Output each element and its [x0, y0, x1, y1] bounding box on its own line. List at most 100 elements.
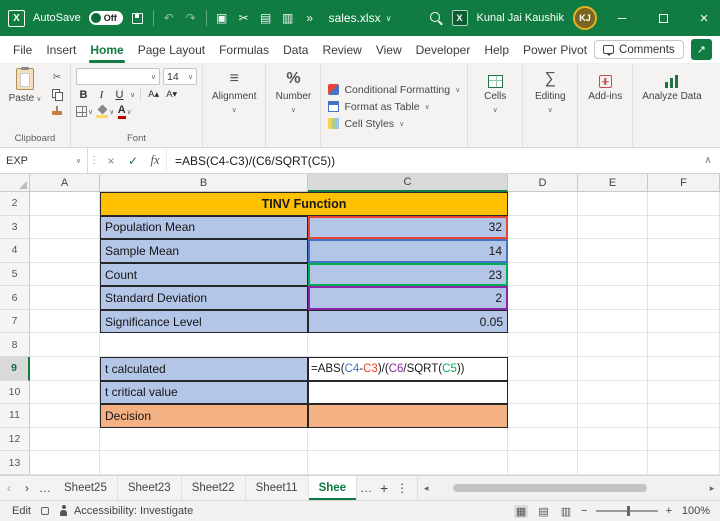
- chart-icon[interactable]: ▥: [281, 11, 295, 25]
- redo-icon[interactable]: ↷: [184, 11, 198, 25]
- cell-A2[interactable]: [30, 192, 100, 216]
- tabs-scroll-left-icon[interactable]: ‹: [0, 476, 18, 500]
- cell-C5[interactable]: 23: [308, 262, 508, 287]
- analyze-data-button[interactable]: Analyze Data: [638, 68, 705, 145]
- column-header-A[interactable]: A: [30, 174, 100, 192]
- cell-A13[interactable]: [30, 451, 100, 475]
- cell-B5[interactable]: Count: [100, 262, 308, 287]
- window-title[interactable]: sales.xlsx ∨: [329, 11, 392, 25]
- cell-B11[interactable]: Decision: [100, 404, 308, 428]
- cell-D12[interactable]: [508, 427, 578, 452]
- borders-button[interactable]: ∨: [76, 104, 93, 119]
- horizontal-scrollbar[interactable]: ◂ ▸: [417, 476, 720, 500]
- row-header-10[interactable]: 10: [0, 380, 30, 405]
- cell-D7[interactable]: [508, 309, 578, 334]
- cell-D11[interactable]: [508, 404, 578, 428]
- menu-tab-file[interactable]: File: [6, 36, 39, 63]
- toolbar-overflow-icon[interactable]: »: [303, 11, 317, 25]
- cell-B7[interactable]: Significance Level: [100, 309, 308, 334]
- editing-button[interactable]: ∑ Editing ∨: [528, 68, 572, 145]
- tabs-more-left-icon[interactable]: …: [36, 476, 54, 500]
- cell-C3[interactable]: 32: [308, 215, 508, 240]
- maximize-button[interactable]: [647, 0, 679, 36]
- cell-C6[interactable]: 2: [308, 286, 508, 310]
- format-painter-button[interactable]: [49, 104, 65, 118]
- formula-bar-drag-dots[interactable]: ⋮: [88, 148, 100, 173]
- collapse-formula-bar-icon[interactable]: ∧: [696, 148, 720, 173]
- name-box-dropdown-icon[interactable]: ∨: [76, 157, 81, 165]
- cell-E3[interactable]: [578, 215, 648, 240]
- zoom-slider[interactable]: [595, 506, 658, 516]
- decrease-font-button[interactable]: A▾: [164, 87, 179, 102]
- cell-C8[interactable]: [308, 333, 508, 358]
- cell-D13[interactable]: [508, 451, 578, 475]
- accessibility-checker[interactable]: Accessibility: Investigate: [59, 505, 193, 517]
- menu-tab-view[interactable]: View: [369, 36, 409, 63]
- tab-options-icon[interactable]: ⋮: [393, 476, 411, 500]
- menu-tab-review[interactable]: Review: [315, 36, 368, 63]
- cell-B3[interactable]: Population Mean: [100, 215, 308, 240]
- cell-D8[interactable]: [508, 333, 578, 358]
- cell-A9[interactable]: [30, 357, 100, 381]
- close-button[interactable]: ×: [688, 0, 720, 36]
- cut-icon[interactable]: ✂: [237, 11, 251, 25]
- menu-tab-help[interactable]: Help: [477, 36, 516, 63]
- cell-D4[interactable]: [508, 239, 578, 263]
- cell-C7[interactable]: 0.05: [308, 309, 508, 334]
- row-header-6[interactable]: 6: [0, 286, 30, 310]
- row-header-7[interactable]: 7: [0, 309, 30, 334]
- zoom-knob[interactable]: [626, 506, 630, 516]
- cell-B4[interactable]: Sample Mean: [100, 239, 308, 263]
- cancel-icon[interactable]: ×: [100, 148, 122, 173]
- italic-button[interactable]: I: [94, 87, 109, 102]
- number-button[interactable]: % Number ∨: [271, 68, 315, 145]
- sheet-tab-sheet23[interactable]: Sheet23: [118, 476, 182, 500]
- cell-F5[interactable]: [648, 262, 720, 287]
- cell-B10[interactable]: t critical value: [100, 380, 308, 405]
- user-avatar[interactable]: KJ: [573, 6, 597, 30]
- cell-A11[interactable]: [30, 404, 100, 428]
- enter-icon[interactable]: ✓: [122, 148, 144, 173]
- table-icon[interactable]: ▤: [259, 11, 273, 25]
- underline-button[interactable]: U: [112, 87, 127, 102]
- tabs-scroll-right-icon[interactable]: ›: [18, 476, 36, 500]
- cell-C9-formula[interactable]: =ABS(C4- C3)/(C6/SQRT(C5)): [308, 357, 508, 381]
- copy-button[interactable]: [49, 87, 65, 101]
- cell-B6[interactable]: Standard Deviation: [100, 286, 308, 310]
- increase-font-button[interactable]: A▴: [146, 87, 161, 102]
- cell-D9[interactable]: [508, 357, 578, 381]
- cell-F7[interactable]: [648, 309, 720, 334]
- sheet-tab-sheet11[interactable]: Sheet11: [246, 476, 309, 500]
- search-icon[interactable]: [429, 11, 443, 25]
- user-name[interactable]: Kunal Jai Kaushik: [477, 12, 564, 24]
- underline-dropdown-icon[interactable]: ∨: [130, 91, 135, 99]
- cell-D6[interactable]: [508, 286, 578, 310]
- page-break-view-button[interactable]: ▥: [559, 505, 573, 518]
- row-header-5[interactable]: 5: [0, 262, 30, 287]
- undo-icon[interactable]: ↶: [162, 11, 176, 25]
- menu-tab-page-layout[interactable]: Page Layout: [131, 36, 212, 63]
- cell-C12[interactable]: [308, 427, 508, 452]
- cell-B2-merged-title[interactable]: TINV Function: [100, 192, 508, 216]
- column-header-D[interactable]: D: [508, 174, 578, 192]
- bold-button[interactable]: B: [76, 87, 91, 102]
- cell-A5[interactable]: [30, 262, 100, 287]
- column-header-B[interactable]: B: [100, 174, 308, 192]
- cell-E13[interactable]: [578, 451, 648, 475]
- scrollbar-track[interactable]: [434, 482, 704, 494]
- font-size-select[interactable]: 14 ∨: [163, 68, 197, 85]
- page-layout-view-button[interactable]: ▤: [536, 505, 550, 518]
- menu-tab-power-pivot[interactable]: Power Pivot: [516, 36, 594, 63]
- autosave-toggle[interactable]: Off: [88, 11, 123, 25]
- sheet-tab-active[interactable]: Shee: [308, 476, 358, 500]
- row-header-4[interactable]: 4: [0, 239, 30, 263]
- font-name-select[interactable]: ∨: [76, 68, 160, 85]
- excel-app-icon[interactable]: X: [8, 9, 25, 27]
- new-sheet-button[interactable]: +: [375, 476, 393, 500]
- scroll-right-icon[interactable]: ▸: [704, 483, 720, 494]
- formula-input[interactable]: =ABS(C4-C3)/(C6/SQRT(C5)): [166, 148, 696, 173]
- cell-D10[interactable]: [508, 380, 578, 405]
- row-header-11[interactable]: 11: [0, 404, 30, 428]
- cell-E5[interactable]: [578, 262, 648, 287]
- cell-F8[interactable]: [648, 333, 720, 358]
